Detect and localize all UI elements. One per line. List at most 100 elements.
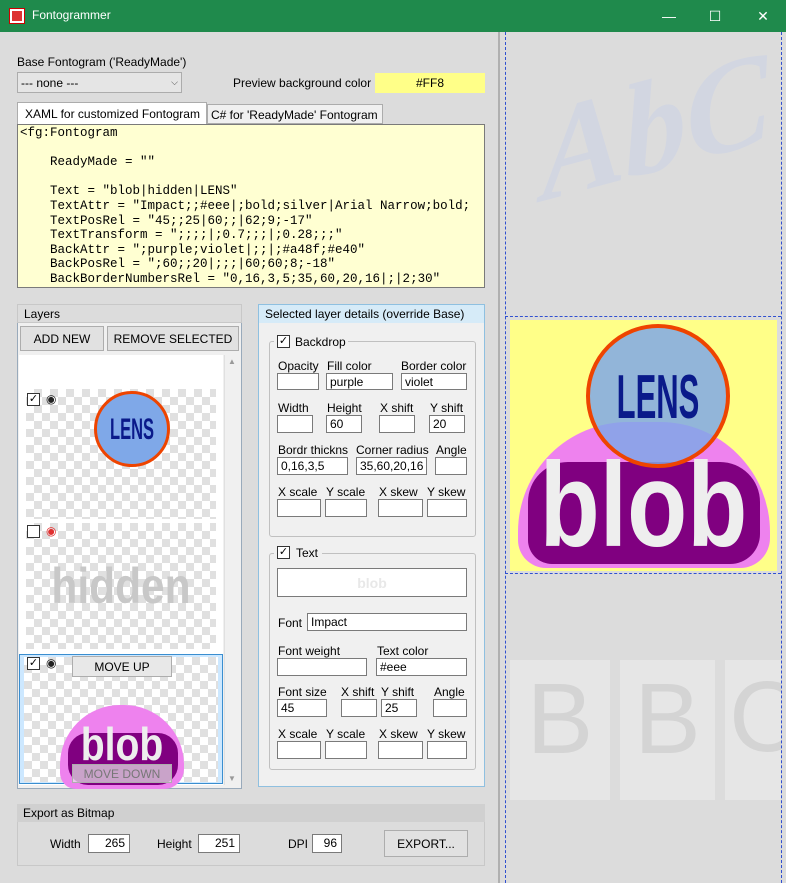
preview-bg-input[interactable]: #FF8: [375, 73, 485, 93]
text-x-scale-input[interactable]: [277, 741, 321, 759]
layers-scrollbar[interactable]: ▲ ▼: [224, 355, 240, 785]
x-shift-label: X shift: [380, 401, 414, 415]
backdrop-angle-label: Angle: [436, 443, 467, 457]
text-y-shift-label: Y shift: [381, 685, 415, 699]
text-label: Text: [296, 546, 319, 560]
text-x-scale-label: X scale: [278, 727, 318, 741]
fill-color-label: Fill color: [327, 359, 372, 373]
backdrop-x-scale-input[interactable]: [277, 499, 321, 517]
layer-lens-text: LENS: [110, 413, 155, 446]
height-label: Height: [327, 401, 362, 415]
dpi-input[interactable]: 96: [312, 834, 342, 853]
backdrop-y-shift-input[interactable]: 20: [429, 415, 465, 433]
preview-ghost-letter-2: B: [634, 663, 701, 775]
text-checkbox[interactable]: ✓: [277, 546, 290, 559]
scroll-down-icon: ▼: [228, 774, 236, 783]
text-x-skew-input[interactable]: [378, 741, 423, 759]
guide-right: [781, 32, 782, 883]
font-weight-label: Font weight: [278, 644, 341, 658]
backdrop-y-skew-input[interactable]: [427, 499, 467, 517]
font-input[interactable]: Impact: [307, 613, 467, 631]
guide-left: [505, 32, 506, 883]
text-angle-input[interactable]: [433, 699, 467, 717]
layer-thumbnail-hidden[interactable]: hidden: [26, 523, 216, 649]
font-size-label: Font size: [278, 685, 327, 699]
x-skew-label: X skew: [379, 485, 418, 499]
preview-ghost-letter-3: C: [729, 661, 781, 773]
layer-2-eye-hidden-icon[interactable]: ◉: [46, 524, 56, 538]
text-angle-label: Angle: [434, 685, 465, 699]
border-thickness-input[interactable]: 0,16,3,5: [277, 457, 348, 475]
export-height-input[interactable]: 251: [198, 834, 240, 853]
layer-thumbnail-lens[interactable]: LENS: [26, 389, 216, 519]
y-skew-label: Y skew: [427, 485, 466, 499]
preview-ghost-letter-1: B: [526, 663, 594, 775]
layer-1-eye-icon[interactable]: ◉: [46, 392, 56, 406]
text-y-scale-label: Y scale: [326, 727, 366, 741]
corner-radius-input[interactable]: 35,60,20,16: [356, 457, 427, 475]
xaml-editor[interactable]: <fg:Fontogram ReadyMade = "" Text = "blo…: [17, 124, 485, 288]
dpi-label: DPI: [288, 837, 309, 851]
layer-3-eye-icon[interactable]: ◉: [46, 656, 56, 670]
export-header: Export as Bitmap: [17, 804, 485, 822]
scroll-up-icon: ▲: [228, 357, 236, 366]
text-y-skew-input[interactable]: [427, 741, 467, 759]
base-fontogram-select[interactable]: --- none --- ⌵: [17, 72, 182, 93]
maximize-button[interactable]: ☐: [692, 0, 738, 32]
border-color-input[interactable]: violet: [401, 373, 467, 390]
backdrop-x-skew-input[interactable]: [378, 499, 423, 517]
move-up-button[interactable]: MOVE UP: [72, 656, 172, 677]
title-bar[interactable]: Fontogrammer — ☐ ✕: [0, 0, 786, 32]
text-color-label: Text color: [377, 644, 429, 658]
backdrop-angle-input[interactable]: [435, 457, 467, 475]
minimize-button[interactable]: —: [646, 0, 692, 32]
width-label: Width: [278, 401, 309, 415]
layer-3-checkbox[interactable]: ✓: [27, 657, 40, 670]
preview-bg-label: Preview background color: [233, 76, 372, 90]
remove-layer-button[interactable]: REMOVE SELECTED: [107, 326, 239, 351]
font-weight-input[interactable]: [277, 658, 367, 676]
backdrop-y-scale-input[interactable]: [325, 499, 367, 517]
text-y-skew-label: Y skew: [427, 727, 466, 741]
app-icon: [9, 8, 25, 24]
export-button[interactable]: EXPORT...: [384, 830, 468, 857]
text-x-skew-label: X skew: [379, 727, 418, 741]
move-down-button[interactable]: MOVE DOWN: [72, 764, 172, 783]
font-size-input[interactable]: 45: [277, 699, 327, 717]
preview-pane: AbC blob LENS B B C: [500, 32, 786, 883]
backdrop-x-shift-input[interactable]: [379, 415, 415, 433]
tab-csharp[interactable]: C# for 'ReadyMade' Fontogram: [207, 104, 383, 124]
add-layer-button[interactable]: ADD NEW: [20, 326, 104, 351]
backdrop-label: Backdrop: [295, 335, 346, 349]
layer-hidden-text: hidden: [51, 558, 191, 614]
fill-color-input[interactable]: purple: [326, 373, 393, 390]
opacity-label: Opacity: [278, 359, 319, 373]
preview-lens-text: LENS: [616, 362, 700, 432]
backdrop-width-input[interactable]: [277, 415, 313, 433]
font-label: Font: [278, 616, 303, 630]
export-width-input[interactable]: 265: [88, 834, 130, 853]
opacity-input[interactable]: [277, 373, 319, 390]
layer-blob-text: blob: [80, 718, 164, 770]
layer-1-checkbox[interactable]: ✓: [27, 393, 40, 406]
tab-xaml[interactable]: XAML for customized Fontogram: [17, 102, 207, 125]
window-title: Fontogrammer: [32, 8, 111, 22]
text-input[interactable]: blob: [277, 568, 467, 597]
layers-header: Layers: [17, 304, 242, 323]
close-button[interactable]: ✕: [740, 0, 786, 32]
text-y-shift-input[interactable]: 25: [381, 699, 417, 717]
text-color-input[interactable]: #eee: [376, 658, 467, 676]
backdrop-checkbox[interactable]: ✓: [277, 335, 290, 348]
preview-canvas: blob LENS: [510, 320, 777, 572]
y-scale-label: Y scale: [326, 485, 366, 499]
text-x-shift-input[interactable]: [341, 699, 377, 717]
export-height-label: Height: [157, 837, 192, 851]
backdrop-height-input[interactable]: 60: [326, 415, 362, 433]
preview-top-ghost-text: AbC: [532, 32, 776, 231]
export-width-label: Width: [50, 837, 81, 851]
y-shift-label: Y shift: [430, 401, 464, 415]
border-color-label: Border color: [401, 359, 467, 373]
text-y-scale-input[interactable]: [325, 741, 367, 759]
layer-2-checkbox[interactable]: [27, 525, 40, 538]
chevron-down-icon: ⌵: [171, 77, 178, 87]
